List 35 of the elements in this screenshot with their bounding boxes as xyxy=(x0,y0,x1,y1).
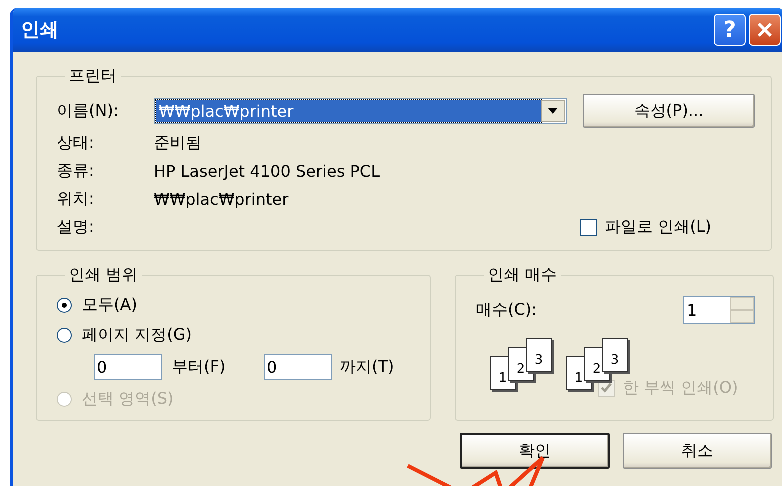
close-button[interactable] xyxy=(749,14,781,46)
field-label: 이름(N): xyxy=(57,100,120,122)
group-title: 인쇄 매수 xyxy=(487,265,558,286)
copies-spinner[interactable]: 1 xyxy=(683,296,755,324)
field-value: ₩₩plac₩printer xyxy=(154,190,289,208)
field-value: HP LaserJet 4100 Series PCL xyxy=(154,162,380,180)
checkbox[interactable] xyxy=(580,218,597,236)
field-value: 준비됨 xyxy=(154,132,202,154)
field-label: 종류: xyxy=(57,160,96,182)
help-button[interactable]: ? xyxy=(714,14,746,46)
from-page-field[interactable]: 0 xyxy=(94,354,162,380)
group-title: 프린터 xyxy=(68,66,118,87)
window-title: 인쇄 xyxy=(21,18,60,43)
to-page-field[interactable]: 0 xyxy=(264,354,332,380)
dialog-button[interactable]: 취소 xyxy=(622,433,772,469)
radio-label: 모두(A) xyxy=(82,294,138,316)
radio-button[interactable] xyxy=(57,328,72,342)
close-icon xyxy=(756,21,774,39)
dialog-button[interactable]: 확인 xyxy=(460,433,610,469)
field-label: 설명: xyxy=(57,216,96,238)
properties-button[interactable]: 속성(P)... xyxy=(583,94,755,128)
checkbox-label: 파일로 인쇄(L) xyxy=(605,216,712,238)
page-sheet: 3 xyxy=(526,338,552,372)
radio-button[interactable] xyxy=(57,298,72,312)
field-label: 매수(C): xyxy=(476,300,538,320)
field-label: 상태: xyxy=(57,132,96,154)
radio-label: 선택 영역(S) xyxy=(82,388,175,410)
printer-dropdown[interactable]: ₩₩plac₩printer xyxy=(154,98,567,124)
field-label: 까지(T) xyxy=(340,356,396,378)
group-title: 인쇄 범위 xyxy=(68,265,140,286)
checkbox-label: 한 부씩 인쇄(O) xyxy=(623,378,740,398)
field-label: 부터(F) xyxy=(172,356,227,378)
field-label: 위치: xyxy=(57,188,96,210)
page-sheet: 3 xyxy=(602,338,628,372)
radio-label: 페이지 지정(G) xyxy=(82,324,193,346)
